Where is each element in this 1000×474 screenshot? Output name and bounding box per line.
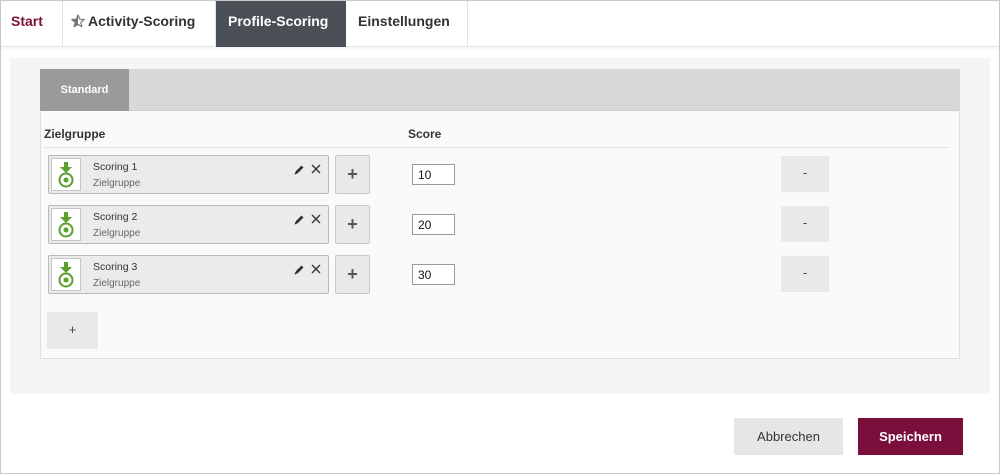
scoring-row: Scoring 3 Zielgruppe + - — [0, 255, 1000, 295]
tab-activity-scoring-label: Activity-Scoring — [88, 13, 196, 29]
target-download-icon — [51, 208, 81, 241]
target-group-card[interactable]: Scoring 2 Zielgruppe — [48, 205, 329, 244]
target-group-card[interactable]: Scoring 1 Zielgruppe — [48, 155, 329, 194]
score-input[interactable] — [412, 264, 455, 285]
card-title: Scoring 1 — [93, 161, 138, 173]
target-group-card[interactable]: Scoring 3 Zielgruppe — [48, 255, 329, 294]
add-target-group-button[interactable]: + — [335, 155, 370, 194]
remove-row-button[interactable]: - — [781, 206, 829, 242]
header-divider — [44, 147, 949, 148]
score-input[interactable] — [412, 214, 455, 235]
add-target-group-button[interactable]: + — [335, 255, 370, 294]
cancel-button[interactable]: Abbrechen — [734, 418, 843, 455]
pencil-icon[interactable] — [293, 264, 305, 276]
column-header-zielgruppe: Zielgruppe — [44, 127, 106, 141]
tab-activity-scoring[interactable]: Activity-Scoring — [63, 1, 216, 47]
scoring-row: Scoring 1 Zielgruppe + - — [0, 155, 1000, 195]
tab-profile-scoring[interactable]: Profile-Scoring — [216, 1, 346, 47]
add-row-button[interactable]: + — [47, 312, 98, 349]
tab-bar: Start Activity-Scoring Profile-Scoring E… — [1, 1, 999, 47]
scoring-row: Scoring 2 Zielgruppe + - — [0, 205, 1000, 245]
target-download-icon — [51, 258, 81, 291]
close-icon[interactable] — [310, 263, 322, 275]
tab-settings-label: Einstellungen — [358, 13, 450, 29]
card-subtitle: Zielgruppe — [93, 178, 141, 189]
card-title: Scoring 2 — [93, 211, 138, 223]
score-input[interactable] — [412, 164, 455, 185]
column-header-score: Score — [408, 127, 442, 141]
target-download-icon — [51, 158, 81, 191]
remove-row-button[interactable]: - — [781, 256, 829, 292]
pencil-icon[interactable] — [293, 214, 305, 226]
tab-start[interactable]: Start — [1, 1, 63, 47]
close-icon[interactable] — [310, 213, 322, 225]
pencil-icon[interactable] — [293, 164, 305, 176]
subtab-strip — [40, 69, 960, 111]
card-subtitle: Zielgruppe — [93, 228, 141, 239]
star-icon — [71, 14, 85, 28]
tab-start-label: Start — [11, 13, 43, 29]
card-title: Scoring 3 — [93, 261, 138, 273]
card-subtitle: Zielgruppe — [93, 278, 141, 289]
remove-row-button[interactable]: - — [781, 156, 829, 192]
close-icon[interactable] — [310, 163, 322, 175]
tab-profile-scoring-label: Profile-Scoring — [228, 13, 329, 29]
add-target-group-button[interactable]: + — [335, 205, 370, 244]
subtab-standard[interactable]: Standard — [40, 69, 129, 111]
tab-settings[interactable]: Einstellungen — [346, 1, 468, 47]
save-button[interactable]: Speichern — [858, 418, 963, 455]
